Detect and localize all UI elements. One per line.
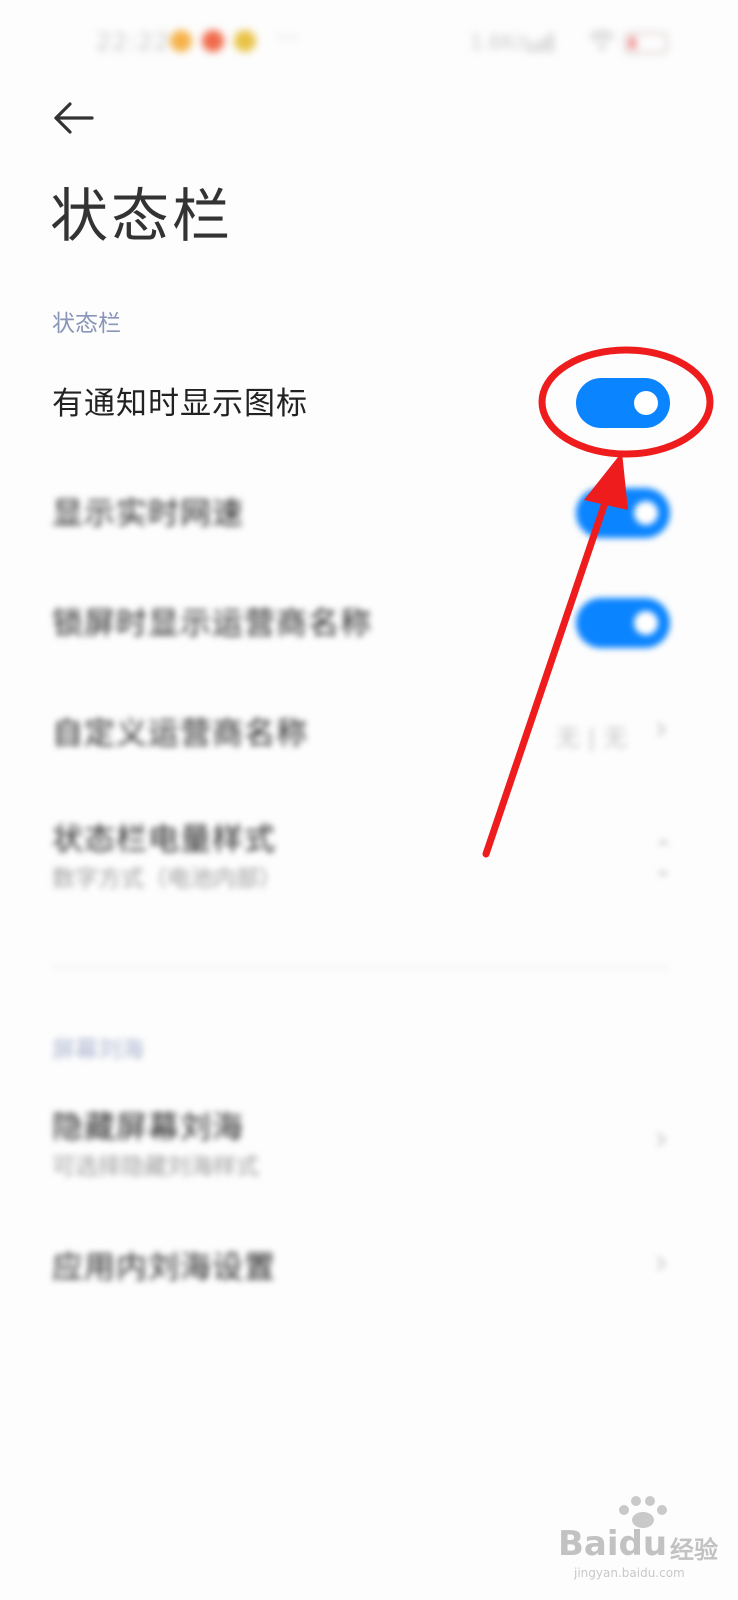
row-label: 显示实时网速 xyxy=(52,496,244,532)
settings-screen: 22:22 ··· 1.6K/s 状态栏 状态栏 有通知时显示图标 显示实时网速… xyxy=(0,0,738,1600)
notification-icon-toggle[interactable] xyxy=(576,378,670,428)
notification-icon xyxy=(202,30,224,52)
section-header-status-bar: 状态栏 xyxy=(52,311,121,337)
dropdown-updown-icon: ⌃ ⌄ xyxy=(654,837,673,882)
row-label: 应用内刘海设置 xyxy=(52,1250,276,1286)
more-notifications-icon: ··· xyxy=(276,24,299,52)
paw-logo-icon xyxy=(619,1496,667,1528)
row-label: 锁屏时显示运营商名称 xyxy=(52,606,372,642)
status-bar: 22:22 ··· 1.6K/s xyxy=(0,22,738,66)
row-label: 自定义运营商名称 xyxy=(52,716,308,752)
row-subtitle: 数字方式（电池内部） xyxy=(52,866,282,892)
row-value: 无 | 无 xyxy=(556,724,628,752)
status-time: 22:22 xyxy=(96,28,171,56)
row-label: 隐藏屏幕刘海 xyxy=(52,1110,244,1146)
section-header-notch: 屏幕刘海 xyxy=(52,1037,144,1063)
arrow-shaft xyxy=(482,484,614,858)
chevron-right-icon: › xyxy=(654,1242,669,1283)
baidu-watermark: Baidu 经验 jingyan.baidu.com xyxy=(552,1494,728,1580)
row-label: 状态栏电量样式 xyxy=(52,822,276,858)
chevron-right-icon: › xyxy=(654,708,669,749)
row-subtitle: 可选择隐藏刘海样式 xyxy=(52,1154,259,1180)
section-divider xyxy=(52,966,670,968)
watermark-brand: Baidu xyxy=(558,1524,668,1564)
notification-icon xyxy=(170,30,192,52)
chevron-right-icon: › xyxy=(654,1118,669,1159)
wifi-icon xyxy=(589,30,615,50)
back-arrow-icon[interactable] xyxy=(50,96,98,140)
network-speed-toggle[interactable] xyxy=(576,488,670,538)
watermark-url: jingyan.baidu.com xyxy=(574,1566,685,1580)
notification-icon xyxy=(234,30,256,52)
signal-icon xyxy=(528,33,553,52)
carrier-lockscreen-toggle[interactable] xyxy=(576,598,670,648)
network-speed: 1.6K/s xyxy=(470,30,533,54)
row-label: 有通知时显示图标 xyxy=(52,386,308,422)
page-title: 状态栏 xyxy=(50,182,234,250)
watermark-cn: 经验 xyxy=(670,1536,718,1564)
battery-icon xyxy=(624,32,668,54)
